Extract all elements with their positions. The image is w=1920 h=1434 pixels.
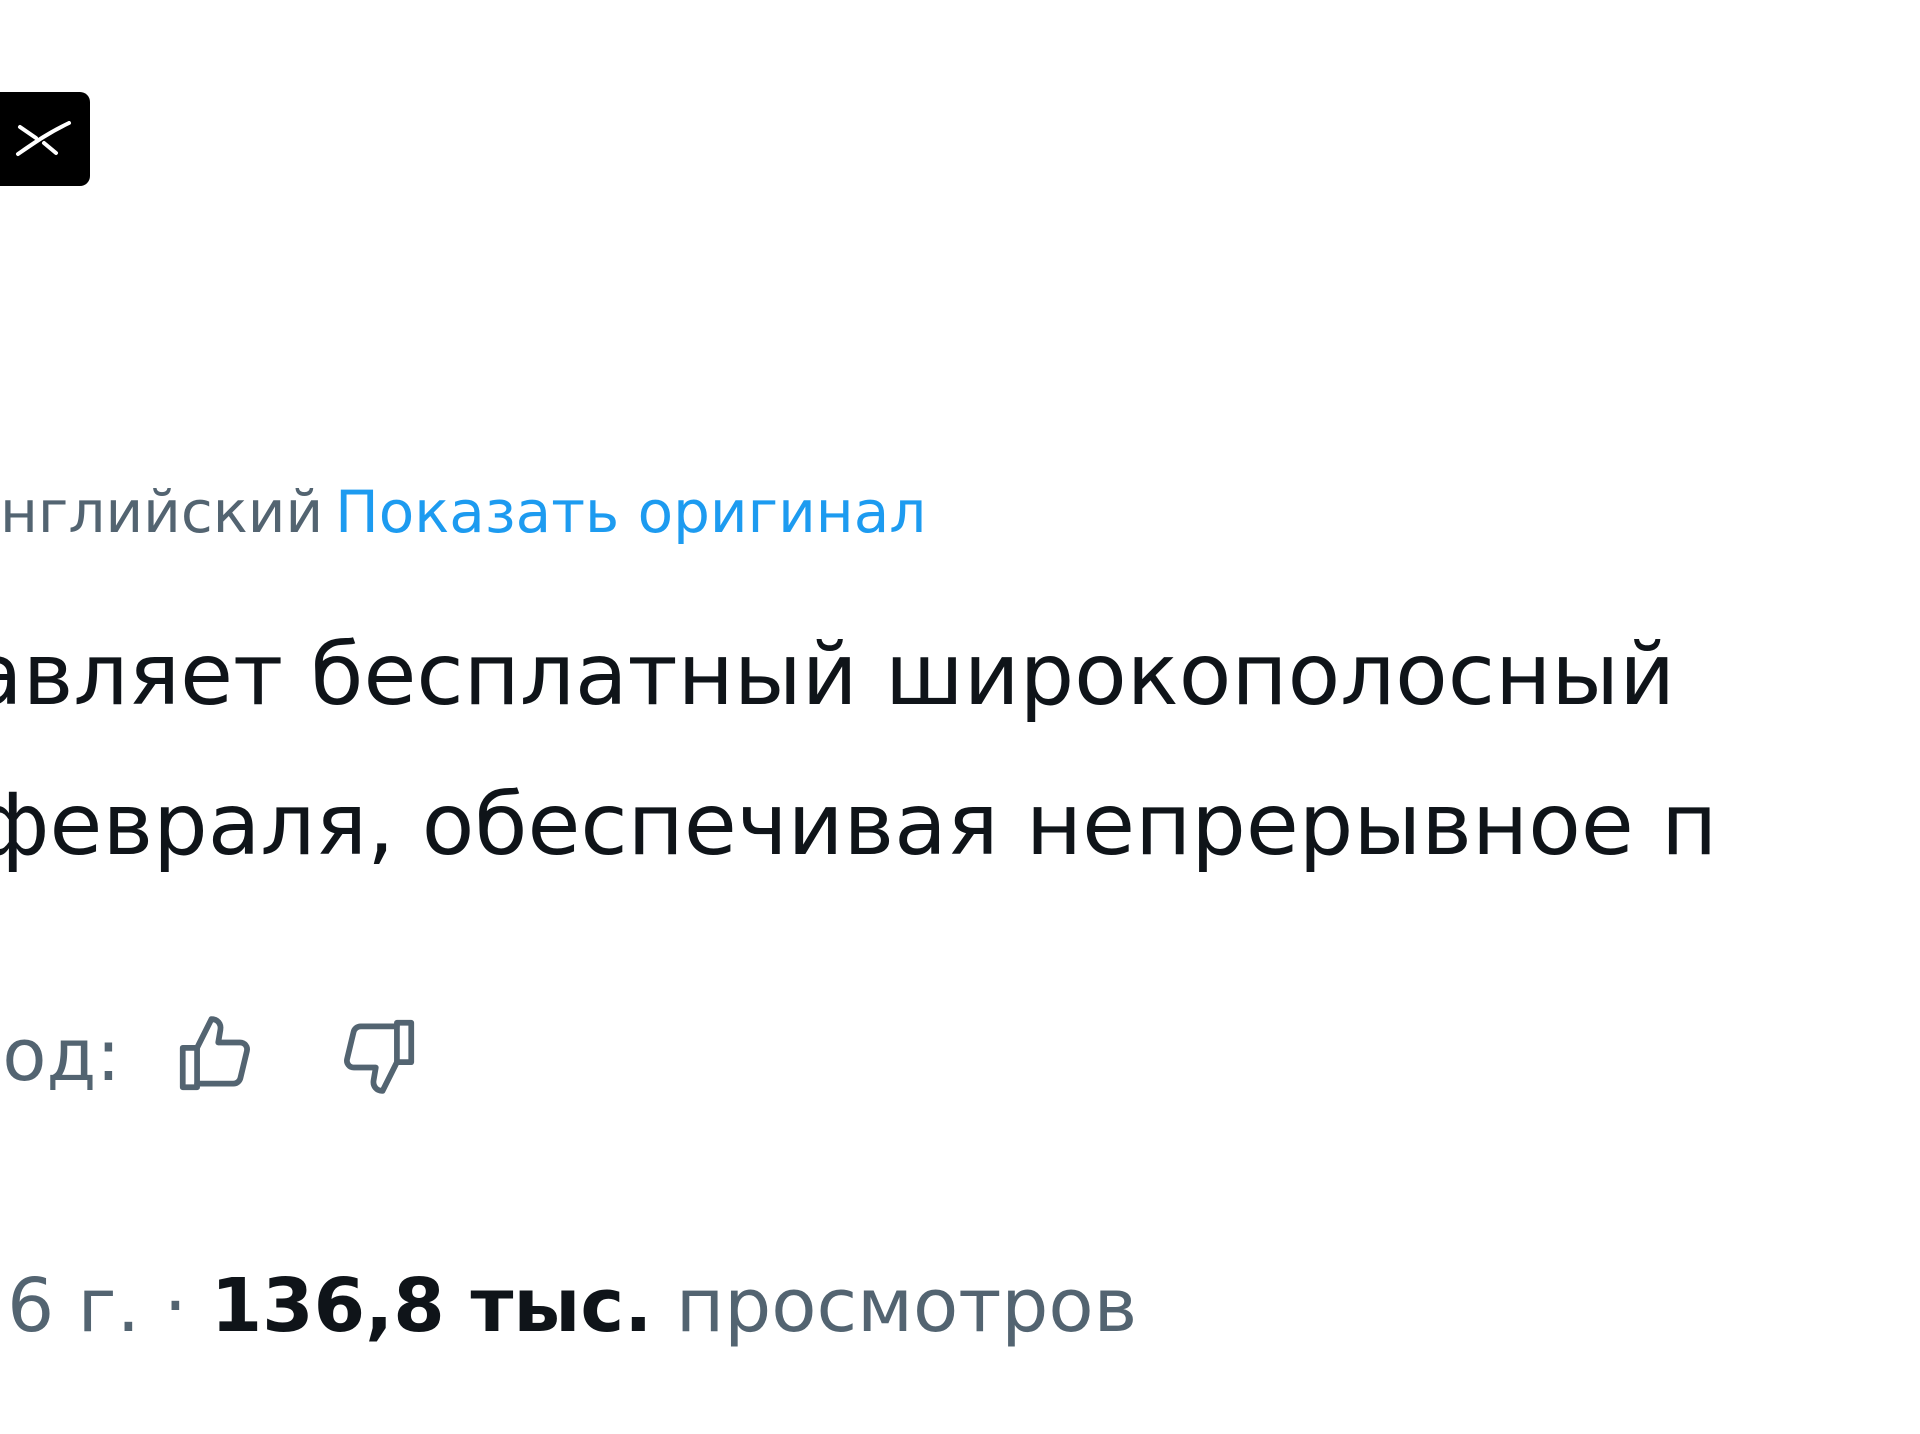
rate-translation-good-button[interactable] (165, 1005, 265, 1105)
post-text-line-1: авляет бесплатный широкополосный (0, 625, 1676, 725)
thumbs-up-icon (179, 1016, 250, 1091)
post-date[interactable]: 26 г. (0, 1263, 140, 1349)
feedback-label: вод: (0, 1013, 121, 1097)
post-page: нглийский Показать оригинал авляет беспла… (0, 0, 1920, 1434)
spacex-logo-icon (16, 121, 71, 156)
thumbs-down-icon (343, 1019, 414, 1094)
views-count: 136,8 тыс. (210, 1263, 653, 1349)
show-original-link[interactable]: Показать оригинал (335, 478, 926, 546)
post-text-line-2: февраля, обеспечивая непрерывное п (0, 775, 1718, 875)
translation-notice: нглийский Показать оригинал (0, 472, 926, 552)
post-meta: 26 г. · 136,8 тыс. просмотров (0, 1256, 1137, 1356)
author-avatar[interactable] (0, 92, 90, 186)
translated-from-label: нглийский (0, 478, 324, 546)
rate-translation-bad-button[interactable] (329, 1005, 429, 1105)
meta-separator: · (163, 1263, 188, 1349)
translation-feedback: вод: (0, 1000, 429, 1110)
views-label: просмотров (675, 1263, 1138, 1349)
